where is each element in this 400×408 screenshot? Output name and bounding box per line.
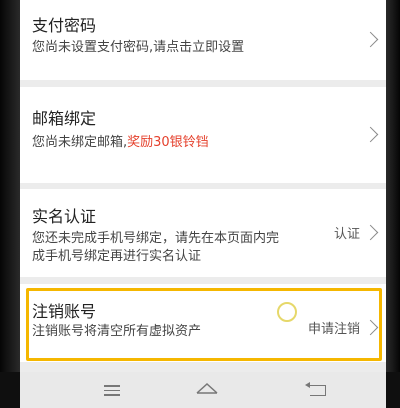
- chevron-right-icon: [362, 126, 379, 143]
- chevron-right-icon: [362, 224, 379, 241]
- email-binding-subtitle: 您尚未绑定邮箱,奖励30银铃铛: [32, 133, 209, 153]
- touch-indicator: [277, 302, 297, 322]
- back-icon[interactable]: [305, 382, 326, 396]
- payment-password-title: 支付密码: [32, 16, 97, 35]
- device-bezel-right: [386, 0, 400, 372]
- highlight-box: [26, 288, 382, 361]
- real-name-subtitle-line1: 您还未完成手机号绑定，请先在本页面内完: [32, 231, 280, 246]
- email-binding-row[interactable]: 邮箱绑定 您尚未绑定邮箱,奖励30银铃铛: [20, 87, 386, 183]
- device-bezel-left: [0, 0, 20, 372]
- home-icon[interactable]: [196, 382, 218, 394]
- email-binding-subtitle-text: 您尚未绑定邮箱,: [32, 135, 128, 150]
- payment-password-row[interactable]: 支付密码 您尚未设置支付密码,请点击立即设置: [20, 0, 386, 80]
- email-reward-text: 奖励30银铃铛: [127, 135, 209, 150]
- payment-password-subtitle: 您尚未设置支付密码,请点击立即设置: [32, 40, 245, 55]
- real-name-verification-row[interactable]: 实名认证 您还未完成手机号绑定，请先在本页面内完 成手机号绑定再进行实名认证 认…: [20, 189, 386, 277]
- menu-icon[interactable]: [104, 385, 120, 399]
- chevron-right-icon: [362, 31, 379, 48]
- settings-screen: 支付密码 您尚未设置支付密码,请点击立即设置 邮箱绑定 您尚未绑定邮箱,奖励30…: [20, 0, 386, 372]
- email-binding-title: 邮箱绑定: [32, 109, 97, 128]
- real-name-title: 实名认证: [32, 207, 97, 226]
- real-name-subtitle-line2: 成手机号绑定再进行实名认证: [32, 249, 202, 264]
- verify-label[interactable]: 认证: [334, 223, 360, 242]
- navigation-bar: [20, 372, 386, 408]
